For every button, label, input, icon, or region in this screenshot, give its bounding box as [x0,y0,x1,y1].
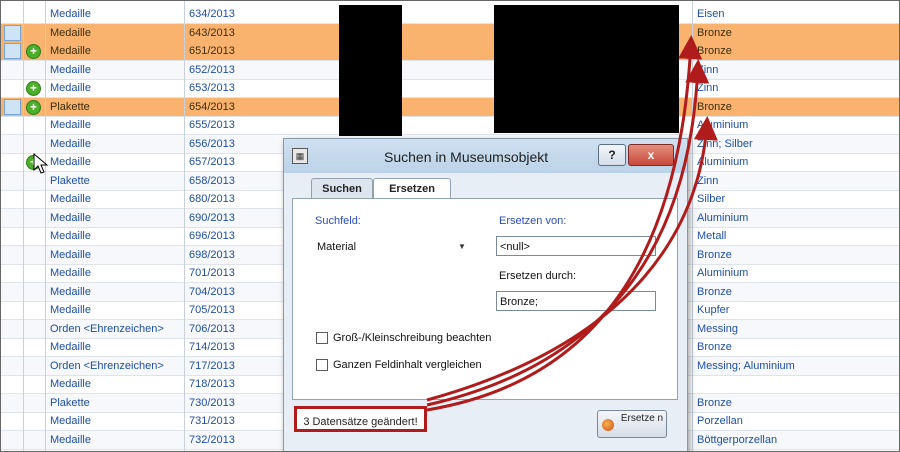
annotation-arrows [426,35,718,412]
annotation-arrow [426,35,703,412]
results-grid: Medaille 634/2013 Eisen Medaille 643/2013 Bro… [0,0,900,452]
annotation-arrow [426,116,718,402]
